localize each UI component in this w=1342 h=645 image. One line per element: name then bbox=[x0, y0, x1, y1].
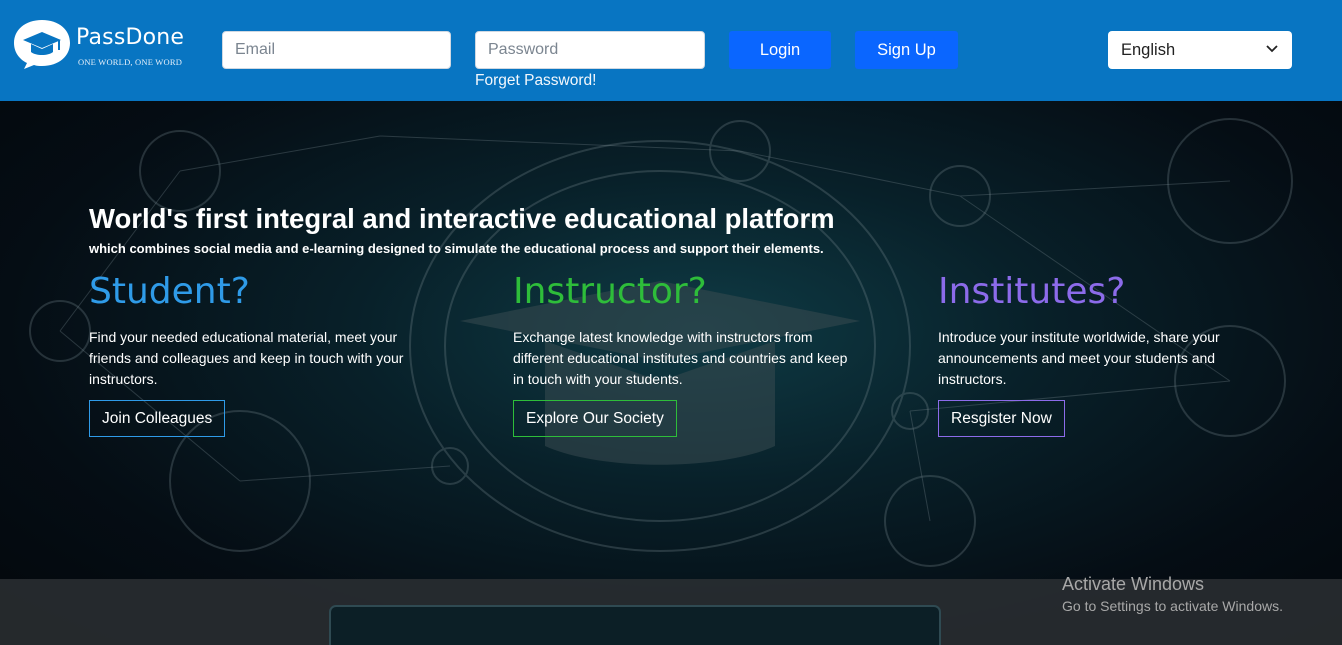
chevron-down-icon bbox=[1266, 45, 1278, 53]
join-colleagues-button[interactable]: Join Colleagues bbox=[89, 400, 226, 437]
passdone-logo-icon bbox=[14, 20, 70, 69]
explore-society-button[interactable]: Explore Our Society bbox=[513, 400, 677, 437]
instructor-heading: Instructor? bbox=[513, 271, 707, 312]
institutes-column: Institutes? Introduce your institute wor… bbox=[938, 269, 1298, 437]
student-description: Find your needed educational material, m… bbox=[89, 329, 404, 387]
login-button[interactable]: Login bbox=[729, 31, 831, 69]
watermark-title: Activate Windows bbox=[1062, 574, 1205, 594]
student-column: Student? Find your needed educational ma… bbox=[89, 269, 449, 437]
hero-section: World's first integral and interactive e… bbox=[0, 101, 1342, 645]
student-heading: Student? bbox=[89, 271, 250, 312]
instructor-description: Exchange latest knowledge with instructo… bbox=[513, 329, 848, 387]
register-now-button[interactable]: Resgister Now bbox=[938, 400, 1065, 437]
language-selected: English bbox=[1121, 40, 1176, 59]
email-input[interactable] bbox=[222, 31, 451, 69]
language-select[interactable]: English bbox=[1108, 31, 1292, 69]
hero-subtitle: which combines social media and e-learni… bbox=[89, 241, 824, 256]
top-header: PassDone ONE WORLD, ONE WORD Forget Pass… bbox=[0, 0, 1342, 101]
forget-password-link[interactable]: Forget Password! bbox=[475, 72, 596, 90]
instructor-column: Instructor? Exchange latest knowledge wi… bbox=[513, 269, 873, 437]
brand-tagline: ONE WORLD, ONE WORD bbox=[78, 57, 183, 67]
watermark-subtitle: Go to Settings to activate Windows. bbox=[1062, 598, 1283, 614]
hero-title: World's first integral and interactive e… bbox=[89, 203, 835, 234]
brand-logo[interactable]: PassDone ONE WORLD, ONE WORD bbox=[12, 18, 197, 70]
password-input[interactable] bbox=[475, 31, 705, 69]
activate-windows-watermark: Activate Windows Go to Settings to activ… bbox=[1062, 574, 1283, 614]
institutes-heading: Institutes? bbox=[938, 271, 1126, 312]
signup-button[interactable]: Sign Up bbox=[855, 31, 958, 69]
institutes-description: Introduce your institute worldwide, shar… bbox=[938, 329, 1220, 387]
brand-name: PassDone bbox=[76, 25, 185, 50]
